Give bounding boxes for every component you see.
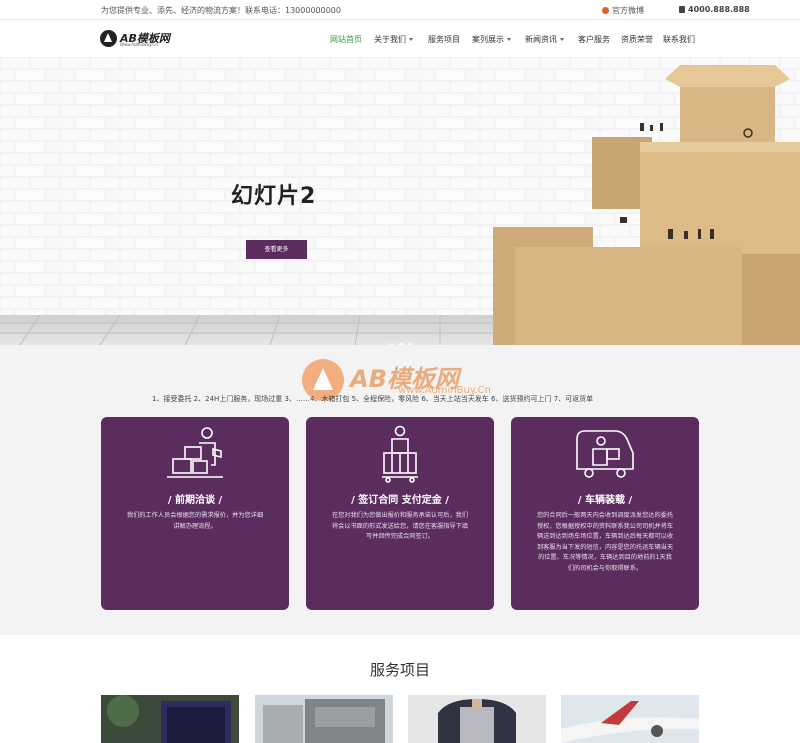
top-slogan: 为您提供专业、添先、经济的物流方案！联系电话：13000000000 bbox=[101, 6, 341, 15]
chevron-down-icon bbox=[507, 38, 511, 41]
process-card[interactable]: / 前期洽谈 / 我们的工作人员会根据您的需求报价，并为您详细讲解办理流程。 bbox=[101, 417, 289, 610]
project-thumbnail[interactable] bbox=[255, 695, 393, 743]
hotline-number: 4000.888.888 bbox=[688, 5, 750, 14]
section-title: 服务项目 bbox=[369, 661, 430, 679]
logo-sub: Www.Admin8uy.Cn bbox=[120, 42, 158, 47]
process-intro: 1、接受委托 2、24H上门服务，现场过重 3、……4、木箱打包 5、全程保险，… bbox=[152, 395, 594, 403]
card-title: / 车辆装载 / bbox=[577, 495, 633, 506]
nav-item-contact[interactable]: 联系我们 bbox=[663, 34, 695, 45]
card-description: 在您对我们为您做出报价和服务承诺认可后，我们将会以书面的形式发送给您，请您在客服… bbox=[331, 512, 469, 541]
site-logo[interactable]: AB模板网 Www.Admin8uy.Cn bbox=[100, 30, 180, 50]
project-thumbnail[interactable] bbox=[408, 695, 546, 743]
truck-loading-icon bbox=[576, 430, 634, 478]
watermark: AB模板网 www.AdminBuy.Cn bbox=[302, 359, 512, 415]
project-thumbnail[interactable] bbox=[101, 695, 239, 743]
chevron-down-icon bbox=[560, 38, 564, 41]
card-description: 您的合同后一般两天内会收到调度派发您达的委托授权，您根据授权中的资料联系我公司司… bbox=[536, 512, 674, 572]
process-card[interactable]: / 签订合同 支付定金 / 在您对我们为您做出报价和服务承诺认可后，我们将会以书… bbox=[306, 417, 494, 610]
project-thumbnail[interactable] bbox=[561, 695, 699, 743]
banner-title: 幻灯片2 bbox=[231, 184, 317, 209]
nav-item-home[interactable]: 网站首页 bbox=[330, 34, 362, 45]
contract-pallet-icon bbox=[382, 425, 418, 483]
hotline: 4000.888.888 bbox=[679, 5, 750, 14]
card-description: 我们的工作人员会根据您的需求报价，并为您详细讲解办理流程。 bbox=[126, 512, 264, 530]
weibo-label: 官方微博 bbox=[612, 6, 644, 15]
nav-item-about[interactable]: 关于我们 bbox=[374, 34, 413, 45]
weibo-link[interactable]: 官方微博 bbox=[602, 5, 644, 16]
top-bar: 为您提供专业、添先、经济的物流方案！联系电话：13000000000 官方微博 … bbox=[0, 0, 800, 20]
banner-background bbox=[0, 57, 800, 345]
nav-item-cases[interactable]: 案列展示 bbox=[472, 34, 511, 45]
nav-item-news[interactable]: 新闻资讯 bbox=[525, 34, 564, 45]
weibo-icon bbox=[602, 7, 609, 14]
logo-mark-icon bbox=[100, 30, 117, 47]
process-section: AB模板网 www.AdminBuy.Cn 1、接受委托 2、24H上门服务，现… bbox=[0, 345, 800, 635]
chevron-down-icon bbox=[409, 38, 413, 41]
card-title: / 前期洽谈 / bbox=[167, 495, 223, 506]
process-card[interactable]: / 车辆装载 / 您的合同后一般两天内会收到调度派发您达的委托授权，您根据授权中… bbox=[511, 417, 699, 610]
negotiation-icon bbox=[167, 427, 223, 478]
card-title: / 签订合同 支付定金 / bbox=[351, 495, 449, 506]
phone-icon bbox=[679, 6, 685, 13]
nav-item-services[interactable]: 服务项目 bbox=[428, 34, 460, 45]
banner-more-button[interactable]: 查看更多 bbox=[246, 240, 307, 259]
header: AB模板网 Www.Admin8uy.Cn 网站首页 关于我们 服务项目 案列展… bbox=[0, 20, 800, 57]
slider-dots bbox=[390, 332, 417, 345]
hero-banner[interactable]: 幻灯片2 查看更多 bbox=[0, 57, 800, 345]
nav-item-honors[interactable]: 资质荣誉 bbox=[621, 34, 653, 45]
nav-item-support[interactable]: 客户服务 bbox=[578, 34, 610, 45]
